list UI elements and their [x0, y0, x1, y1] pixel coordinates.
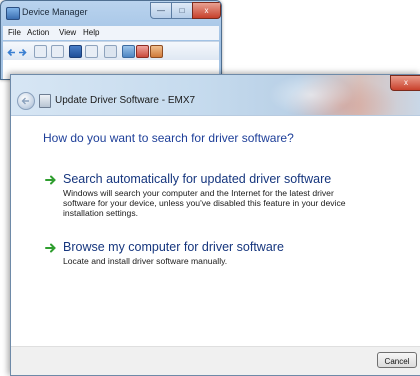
- wizard-header: x Update Driver Software - EMX7: [11, 75, 420, 116]
- uninstall-icon[interactable]: [150, 45, 163, 58]
- green-arrow-icon: [45, 243, 56, 253]
- search-automatically-link[interactable]: Search automatically for updated driver …: [63, 172, 331, 186]
- menu-help[interactable]: Help: [83, 28, 99, 37]
- maximize-button[interactable]: □: [171, 2, 193, 19]
- wizard-question: How do you want to search for driver sof…: [43, 131, 294, 145]
- device-manager-menubar: File Action View Help: [3, 26, 219, 40]
- help-icon[interactable]: [69, 45, 82, 58]
- browse-computer-link[interactable]: Browse my computer for driver software: [63, 240, 284, 254]
- back-arrow-icon[interactable]: [17, 92, 35, 110]
- browse-computer-description: Locate and install driver software manua…: [63, 256, 228, 266]
- device-manager-close-button[interactable]: x: [192, 2, 221, 19]
- wizard-footer: Cancel: [11, 346, 420, 375]
- update-driver-icon[interactable]: [122, 45, 135, 58]
- menu-view[interactable]: View: [59, 28, 76, 37]
- forward-icon[interactable]: [18, 45, 27, 57]
- grid-icon[interactable]: [85, 45, 98, 58]
- device-manager-window: Device Manager — □ x File Action View He…: [0, 0, 222, 80]
- driver-software-icon: [39, 94, 51, 108]
- green-arrow-icon: [45, 175, 56, 185]
- wizard-close-button[interactable]: x: [390, 75, 420, 91]
- device-manager-title: Device Manager: [22, 7, 88, 17]
- search-automatically-description: Windows will search your computer and th…: [63, 188, 346, 218]
- minimize-button[interactable]: —: [150, 2, 172, 19]
- device-manager-icon: [6, 7, 20, 20]
- cancel-button[interactable]: Cancel: [377, 352, 417, 368]
- device-manager-titlebar[interactable]: Device Manager — □ x: [1, 1, 221, 25]
- list-icon[interactable]: [51, 45, 64, 58]
- scan-icon[interactable]: [104, 45, 117, 58]
- menu-file[interactable]: File: [8, 28, 21, 37]
- menu-action[interactable]: Action: [27, 28, 49, 37]
- properties-icon[interactable]: [34, 45, 47, 58]
- back-icon[interactable]: [7, 45, 16, 57]
- wizard-title: Update Driver Software - EMX7: [55, 95, 196, 106]
- update-driver-wizard: x Update Driver Software - EMX7 How do y…: [10, 74, 420, 376]
- device-manager-toolbar: [3, 41, 219, 60]
- disable-icon[interactable]: [136, 45, 149, 58]
